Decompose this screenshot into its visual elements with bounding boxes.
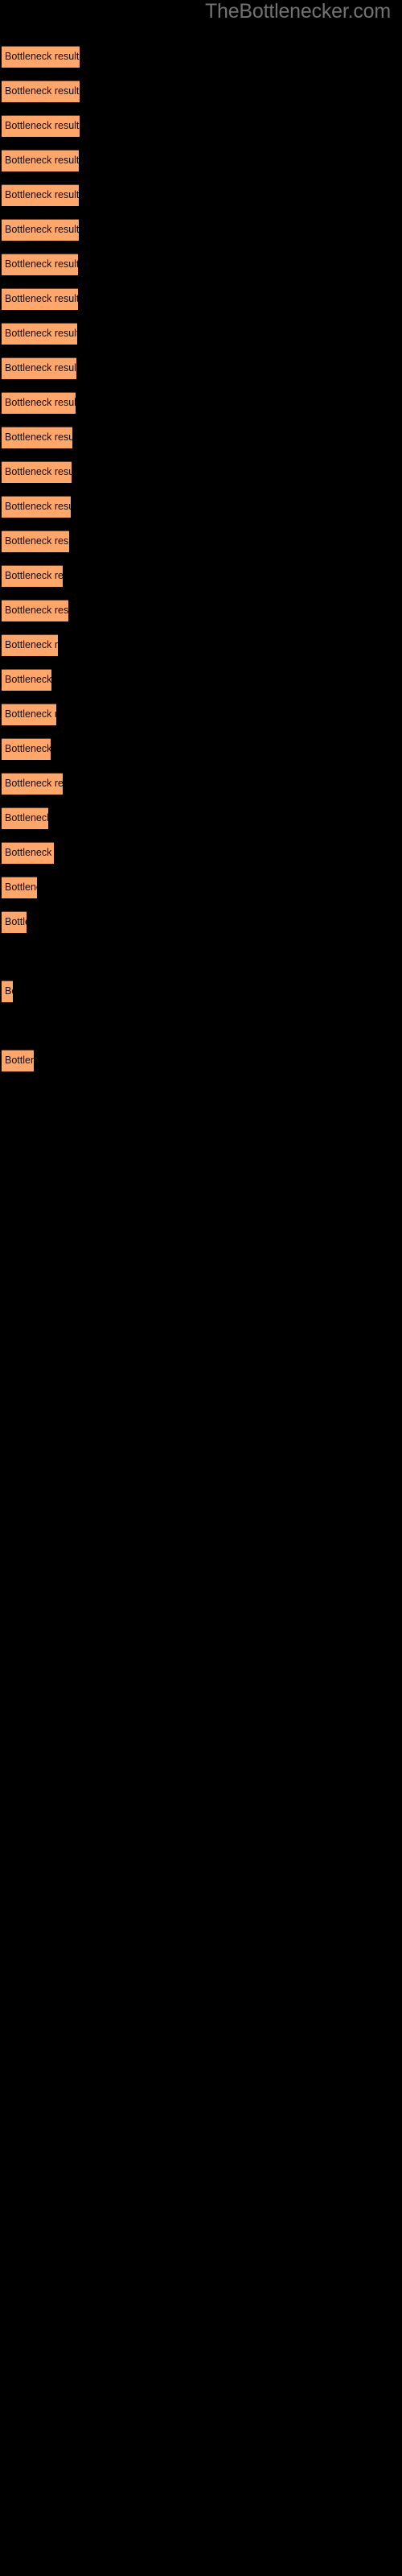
bar-label: Bottleneck result [5, 328, 77, 339]
bar-row: Bottleneck result [0, 427, 402, 448]
bar-label-clip: Bottleneck result [2, 1050, 34, 1071]
bar-label: Bottleneck result [5, 501, 71, 512]
bar-row: Bottleneck result [0, 150, 402, 171]
bar-label: Bottleneck result [5, 120, 80, 131]
bar-label: Bottleneck result [5, 985, 13, 997]
bar-label-clip: Bottleneck result [2, 357, 76, 379]
bar-label: Bottleneck result [5, 916, 27, 927]
bar-row: Bottleneck result [0, 565, 402, 587]
bar-row: Bottleneck result [0, 80, 402, 102]
bar-label: Bottleneck result [5, 605, 68, 616]
bar-label-clip: Bottleneck result [2, 496, 71, 518]
bar-label: Bottleneck result [5, 397, 76, 408]
bar-row: Bottleneck result [0, 669, 402, 691]
bar-label: Bottleneck result [5, 639, 58, 650]
bar-label-clip: Bottleneck result [2, 634, 58, 656]
bar-label-clip: Bottleneck result [2, 669, 51, 691]
bar-label: Bottleneck result [5, 708, 56, 720]
bar-label-clip: Bottleneck result [2, 911, 27, 933]
bar-row: Bottleneck result [0, 634, 402, 656]
bar-label-clip: Bottleneck result [2, 842, 54, 864]
bar-label: Bottleneck result [5, 847, 54, 858]
bar-label-clip: Bottleneck result [2, 600, 68, 621]
bar-label: Bottleneck result [5, 258, 78, 270]
bar-label: Bottleneck result [5, 570, 63, 581]
bar-row: Bottleneck result [0, 530, 402, 552]
bar-row: Bottleneck result [0, 461, 402, 483]
bar-label: Bottleneck result [5, 881, 37, 893]
bar-row: Bottleneck result [0, 704, 402, 725]
bar-label: Bottleneck result [5, 189, 79, 200]
bar-label-clip: Bottleneck result [2, 80, 80, 102]
bar-row: Bottleneck result [0, 807, 402, 829]
bar-row: Bottleneck result [0, 738, 402, 760]
bar-row: Bottleneck result [0, 877, 402, 898]
bar-label: Bottleneck result [5, 535, 69, 547]
bar-row: Bottleneck result [0, 254, 402, 275]
bar-label-clip: Bottleneck result [2, 530, 69, 552]
bar-series-container: Bottleneck result Bottleneck result Bottle… [0, 0, 402, 2576]
bar-label-clip: Bottleneck result [2, 150, 79, 171]
bar-label: Bottleneck result [5, 431, 72, 443]
bar-row: Bottleneck result [0, 219, 402, 241]
bar-label: Bottleneck result [5, 224, 79, 235]
bar-label-clip: Bottleneck result [2, 254, 78, 275]
bar-label: Bottleneck result [5, 155, 79, 166]
bar-label: Bottleneck result [5, 85, 80, 97]
bar-row: Bottleneck result [0, 773, 402, 795]
bar-label-clip: Bottleneck result [2, 980, 13, 1002]
bar-label: Bottleneck result [5, 743, 51, 754]
bar-label-clip: Bottleneck result [2, 323, 77, 345]
bar-label-clip: Bottleneck result [2, 115, 80, 137]
bar-row: Bottleneck result [0, 980, 402, 1002]
bar-label-clip: Bottleneck result [2, 565, 63, 587]
bar-row: Bottleneck result [0, 46, 402, 68]
bar-row [0, 1015, 402, 1037]
bar-label: Bottleneck result [5, 778, 63, 789]
bar-row: Bottleneck result [0, 1050, 402, 1071]
bar-label-clip: Bottleneck result [2, 46, 80, 68]
bar-label: Bottleneck result [5, 293, 78, 304]
bar-label-clip: Bottleneck result [2, 288, 78, 310]
bar-label: Bottleneck result [5, 674, 51, 685]
bar-label-clip: Bottleneck result [2, 184, 79, 206]
bar-row: Bottleneck result [0, 288, 402, 310]
bar-row: Bottleneck result [0, 392, 402, 414]
bar-label: Bottleneck result [5, 466, 72, 477]
bar-label-clip: Bottleneck result [2, 704, 56, 725]
bar-row: Bottleneck result [0, 842, 402, 864]
bar-label: Bottleneck result [5, 1055, 34, 1066]
bar-label-clip: Bottleneck result [2, 773, 63, 795]
bar-label: Bottleneck result [5, 51, 80, 62]
bar-row: Bottleneck result [0, 911, 402, 933]
bar-row: Bottleneck result [0, 496, 402, 518]
bar-label-clip: Bottleneck result [2, 461, 72, 483]
bar-row: Bottleneck result [0, 184, 402, 206]
bar-label-clip: Bottleneck result [2, 427, 72, 448]
bar-row: Bottleneck result [0, 323, 402, 345]
bar-label: Bottleneck result [5, 812, 48, 824]
bar-label-clip: Bottleneck result [2, 392, 76, 414]
bottleneck-bar-chart: TheBottlenecker.com Bottleneck result Bot… [0, 0, 402, 2576]
bar-label: Bottleneck result [5, 362, 76, 374]
bar-row [0, 946, 402, 968]
bar-label-clip: Bottleneck result [2, 738, 51, 760]
bar-label-clip: Bottleneck result [2, 219, 79, 241]
bar-label-clip: Bottleneck result [2, 877, 37, 898]
bar-row: Bottleneck result [0, 115, 402, 137]
bar-row: Bottleneck result [0, 600, 402, 621]
bar-row: Bottleneck result [0, 357, 402, 379]
bar-label-clip: Bottleneck result [2, 807, 48, 829]
